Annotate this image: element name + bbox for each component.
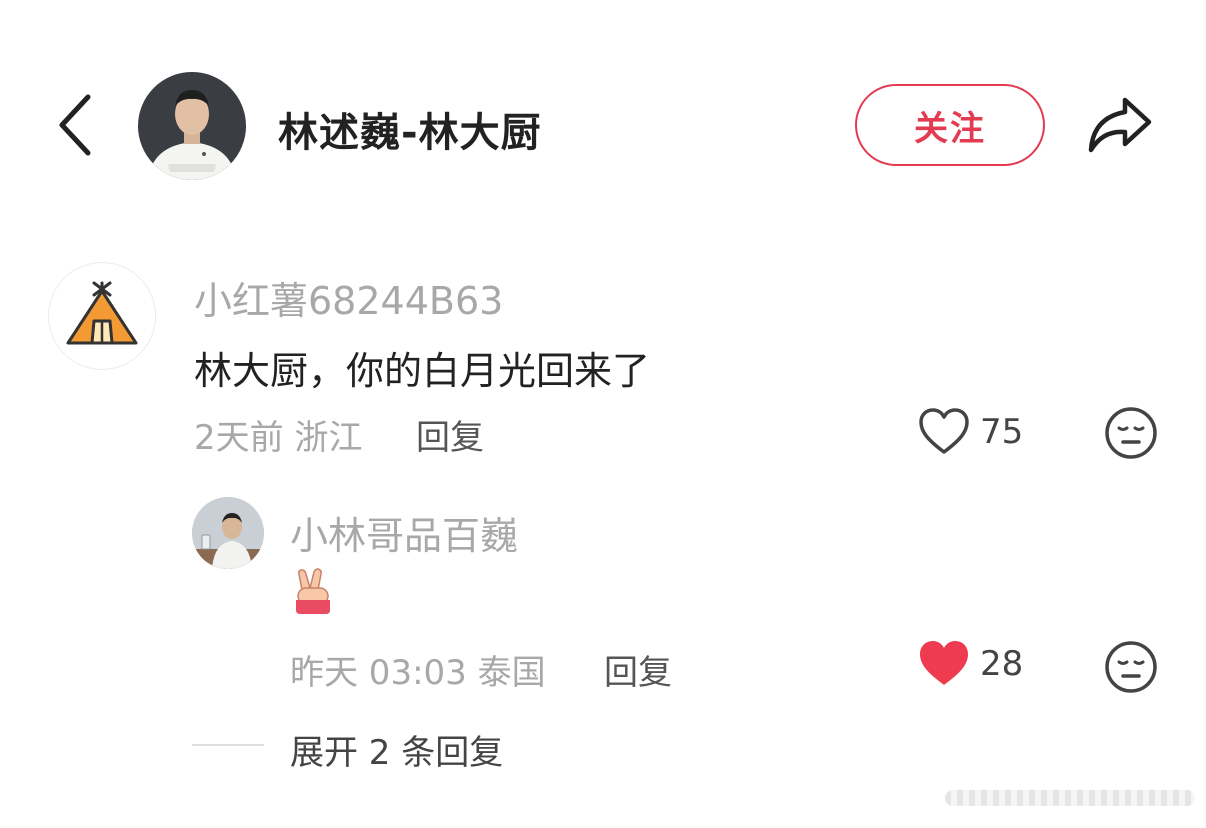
comment-meta: 2天前 浙江	[194, 418, 363, 458]
expand-divider	[192, 744, 264, 746]
sub-react-button[interactable]	[1104, 640, 1158, 698]
home-indicator	[945, 790, 1195, 806]
reply-meta: 昨天 03:03 泰国	[290, 653, 546, 693]
comment-text: 林大厨，你的白月光回来了	[194, 349, 651, 393]
follow-button[interactable]: 关注	[855, 84, 1045, 166]
share-button[interactable]	[1080, 90, 1160, 160]
sub-like-button[interactable]: 28	[918, 640, 1023, 688]
like-button[interactable]: 75	[918, 408, 1023, 456]
post-header: 林述巍-林大厨 关注	[0, 0, 1206, 230]
neutral-face-icon	[1105, 641, 1157, 693]
chevron-left-icon	[59, 94, 91, 156]
heart-filled-icon	[920, 641, 968, 685]
reply-button[interactable]: 回复	[416, 410, 484, 459]
expand-replies-button[interactable]: 展开 2 条回复	[290, 725, 503, 774]
replier-avatar[interactable]	[192, 497, 264, 569]
share-arrow-icon	[1088, 97, 1152, 153]
commenter-username[interactable]: 小红薯68244B63	[194, 270, 503, 325]
author-name[interactable]: 林述巍-林大厨	[278, 100, 542, 158]
sub-reply-button[interactable]: 回复	[604, 645, 672, 694]
sub-like-count: 28	[980, 644, 1024, 684]
neutral-face-icon	[1105, 407, 1157, 459]
replier-username[interactable]: 小林哥品百巍	[290, 505, 518, 560]
heart-outline-icon	[919, 408, 969, 454]
victory-hand-emoji	[292, 568, 334, 616]
commenter-avatar[interactable]	[48, 262, 156, 370]
like-count: 75	[980, 412, 1024, 452]
react-button[interactable]	[1104, 406, 1158, 464]
author-avatar[interactable]	[138, 72, 246, 180]
back-button[interactable]	[50, 90, 100, 160]
